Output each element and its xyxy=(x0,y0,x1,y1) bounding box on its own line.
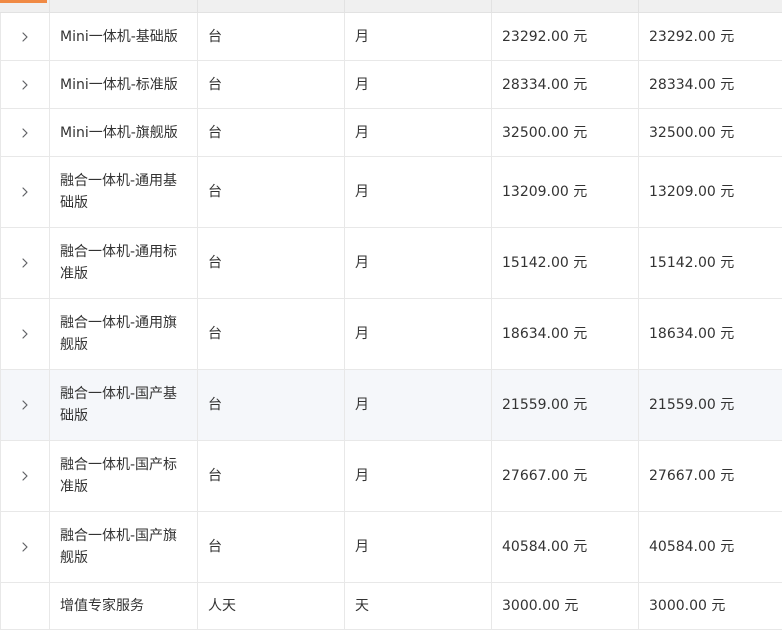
unit: 台 xyxy=(197,440,345,512)
unit-price: 32500.00 元 xyxy=(491,108,639,157)
unit-price: 23292.00 元 xyxy=(491,13,639,61)
billing-period: 月 xyxy=(344,298,492,370)
unit-price: 40584.00 元 xyxy=(491,511,639,583)
expand-cell[interactable] xyxy=(0,108,50,157)
expand-cell[interactable] xyxy=(0,60,50,109)
total-price: 13209.00 元 xyxy=(638,156,782,228)
table-row: 增值专家服务 人天 天 3000.00 元 3000.00 元 xyxy=(0,582,782,630)
billing-period: 月 xyxy=(344,440,492,512)
expand-cell[interactable] xyxy=(0,227,50,299)
product-name: 融合一体机-通用基础版 xyxy=(49,156,198,228)
unit: 台 xyxy=(197,298,345,370)
billing-period: 月 xyxy=(344,511,492,583)
chevron-right-icon[interactable] xyxy=(17,255,33,271)
unit-price: 18634.00 元 xyxy=(491,298,639,370)
table-row: Mini一体机-旗舰版 台 月 32500.00 元 32500.00 元 xyxy=(0,108,782,157)
billing-period: 月 xyxy=(344,13,492,61)
total-price: 40584.00 元 xyxy=(638,511,782,583)
product-name: Mini一体机-标准版 xyxy=(49,60,198,109)
active-tab-indicator xyxy=(0,0,47,3)
unit-price: 3000.00 元 xyxy=(491,582,639,630)
unit: 台 xyxy=(197,13,345,61)
table-header-strip xyxy=(0,0,782,13)
unit-price: 13209.00 元 xyxy=(491,156,639,228)
expand-cell[interactable] xyxy=(0,511,50,583)
table-row: 融合一体机-通用标准版 台 月 15142.00 元 15142.00 元 xyxy=(0,227,782,299)
total-price: 3000.00 元 xyxy=(638,582,782,630)
chevron-right-icon[interactable] xyxy=(17,397,33,413)
total-price: 15142.00 元 xyxy=(638,227,782,299)
expand-cell[interactable] xyxy=(0,13,50,61)
expand-cell[interactable] xyxy=(0,440,50,512)
unit-price: 15142.00 元 xyxy=(491,227,639,299)
expand-cell[interactable] xyxy=(0,298,50,370)
billing-period: 月 xyxy=(344,369,492,441)
product-name: Mini一体机-旗舰版 xyxy=(49,108,198,157)
product-name: 融合一体机-通用旗舰版 xyxy=(49,298,198,370)
total-price: 27667.00 元 xyxy=(638,440,782,512)
expand-cell[interactable] xyxy=(0,156,50,228)
table-row: Mini一体机-基础版 台 月 23292.00 元 23292.00 元 xyxy=(0,13,782,61)
unit: 台 xyxy=(197,227,345,299)
table-row: 融合一体机-国产旗舰版 台 月 40584.00 元 40584.00 元 xyxy=(0,511,782,583)
total-price: 32500.00 元 xyxy=(638,108,782,157)
product-name: 增值专家服务 xyxy=(49,582,198,630)
unit-price: 27667.00 元 xyxy=(491,440,639,512)
chevron-right-icon[interactable] xyxy=(17,468,33,484)
billing-period: 月 xyxy=(344,156,492,228)
unit: 人天 xyxy=(197,582,345,630)
unit-price: 28334.00 元 xyxy=(491,60,639,109)
billing-period: 天 xyxy=(344,582,492,630)
product-name: Mini一体机-基础版 xyxy=(49,13,198,61)
unit: 台 xyxy=(197,511,345,583)
unit: 台 xyxy=(197,60,345,109)
chevron-right-icon[interactable] xyxy=(17,326,33,342)
chevron-right-icon[interactable] xyxy=(17,29,33,45)
total-price: 18634.00 元 xyxy=(638,298,782,370)
unit-price: 21559.00 元 xyxy=(491,369,639,441)
total-price: 21559.00 元 xyxy=(638,369,782,441)
product-name: 融合一体机-通用标准版 xyxy=(49,227,198,299)
total-price: 28334.00 元 xyxy=(638,60,782,109)
table-row: 融合一体机-通用基础版 台 月 13209.00 元 13209.00 元 xyxy=(0,156,782,228)
product-name: 融合一体机-国产标准版 xyxy=(49,440,198,512)
chevron-right-icon[interactable] xyxy=(17,77,33,93)
product-name: 融合一体机-国产基础版 xyxy=(49,369,198,441)
product-name: 融合一体机-国产旗舰版 xyxy=(49,511,198,583)
table-row: 融合一体机-国产标准版 台 月 27667.00 元 27667.00 元 xyxy=(0,440,782,512)
total-price: 23292.00 元 xyxy=(638,13,782,61)
billing-period: 月 xyxy=(344,227,492,299)
price-table: Mini一体机-基础版 台 月 23292.00 元 23292.00 元 Mi… xyxy=(0,13,782,630)
unit: 台 xyxy=(197,156,345,228)
unit: 台 xyxy=(197,369,345,441)
expand-cell-empty xyxy=(0,582,50,630)
chevron-right-icon[interactable] xyxy=(17,184,33,200)
unit: 台 xyxy=(197,108,345,157)
chevron-right-icon[interactable] xyxy=(17,125,33,141)
table-row: 融合一体机-通用旗舰版 台 月 18634.00 元 18634.00 元 xyxy=(0,298,782,370)
billing-period: 月 xyxy=(344,108,492,157)
table-row: 融合一体机-国产基础版 台 月 21559.00 元 21559.00 元 xyxy=(0,369,782,441)
billing-period: 月 xyxy=(344,60,492,109)
expand-cell[interactable] xyxy=(0,369,50,441)
chevron-right-icon[interactable] xyxy=(17,539,33,555)
table-row: Mini一体机-标准版 台 月 28334.00 元 28334.00 元 xyxy=(0,60,782,109)
